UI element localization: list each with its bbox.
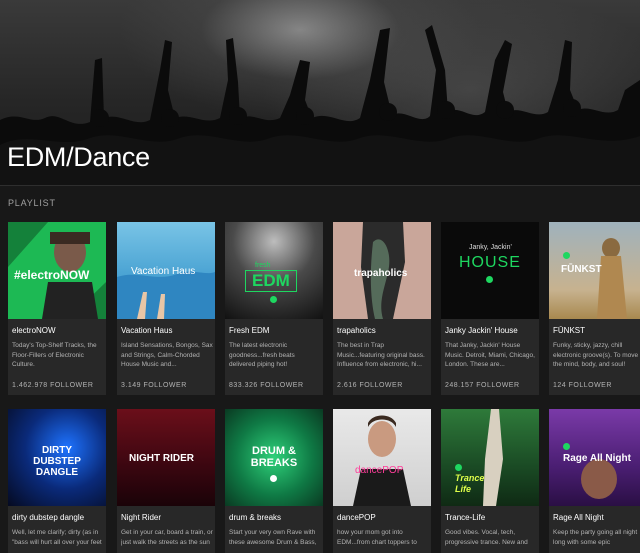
spotify-logo-icon <box>270 296 277 303</box>
follower-count: 1.462.978 FOLLOWER <box>12 382 94 389</box>
follower-count: 124 FOLLOWER <box>553 382 612 389</box>
cover-art[interactable]: Janky, Jackin' HOUSE <box>441 222 539 319</box>
cover-text: DRUM & BREAKS <box>250 445 298 469</box>
playlist-card-vacation-haus[interactable]: Vacation Haus Vacation Haus Island Sensa… <box>117 222 215 395</box>
playlist-description: Today's Top-Shelf Tracks, the Floor-Fill… <box>12 342 97 368</box>
cover-art[interactable]: DIRTY DUBSTEP DANGLE <box>8 409 106 506</box>
follower-count: 3.149 FOLLOWER <box>121 382 187 389</box>
playlist-title[interactable]: dancePOP <box>337 513 376 522</box>
playlist-card-drum-breaks[interactable]: DRUM & BREAKS drum & breaks Start your v… <box>225 409 323 553</box>
divider <box>0 185 640 186</box>
playlist-title[interactable]: Trance-Life <box>445 513 485 522</box>
spotify-logo-icon <box>270 475 277 482</box>
cover-text: Vacation Haus <box>131 266 196 277</box>
cover-art[interactable]: #electroNOW <box>8 222 106 319</box>
playlist-title[interactable]: Vacation Haus <box>121 326 172 335</box>
cover-art[interactable]: trapaholics <box>333 222 431 319</box>
cover-text: HOUSE <box>459 254 521 271</box>
playlist-card-janky-jackin-house[interactable]: Janky, Jackin' HOUSE Janky Jackin' House… <box>441 222 539 395</box>
spotify-logo-icon <box>563 443 570 450</box>
cover-text: DIRTY DUBSTEP DANGLE <box>33 445 81 478</box>
cover-art[interactable]: dancePOP <box>333 409 431 506</box>
cover-text: trapaholics <box>354 268 408 279</box>
playlist-description: That Janky, Jackin' House Music. Detroit… <box>445 342 535 368</box>
playlist-title[interactable]: Night Rider <box>121 513 161 522</box>
cover-text: NIGHT RIDER <box>129 453 194 464</box>
playlist-card-electronow[interactable]: #electroNOW electroNOW Today's Top-Shelf… <box>8 222 106 395</box>
playlist-description: Island Sensations, Bongos, Sax and Strin… <box>121 342 213 368</box>
playlist-description: Keep the party going all night long with… <box>553 529 638 546</box>
playlist-description: how your mom got into EDM...from chart t… <box>337 529 417 546</box>
page-title: EDM/Dance <box>7 142 150 172</box>
section-label-playlist: PLAYLIST <box>8 198 56 208</box>
playlist-description: Well, let me clarify; dirty (as in "bass… <box>12 529 102 546</box>
playlist-title[interactable]: Fresh EDM <box>229 326 269 335</box>
cover-small-text: Janky, Jackin' <box>469 244 512 251</box>
cover-art[interactable]: Trance Life <box>441 409 539 506</box>
playlist-title[interactable]: dirty dubstep dangle <box>12 513 84 522</box>
cover-text: FŪNKST <box>561 264 602 275</box>
cover-graphic <box>353 415 411 506</box>
playlist-title[interactable]: FŪNKST <box>553 326 585 335</box>
cover-text: #electroNOW <box>14 268 90 282</box>
playlist-description: Get in your car, board a train, or just … <box>121 529 213 546</box>
cover-text: Trance Life <box>455 473 485 494</box>
spotify-logo-icon <box>455 464 462 471</box>
cover-art[interactable]: Vacation Haus <box>117 222 215 319</box>
playlist-description: Good vibes. Vocal, tech, progressive tra… <box>445 529 528 546</box>
cover-art[interactable]: DRUM & BREAKS <box>225 409 323 506</box>
follower-count: 248.157 FOLLOWER <box>445 382 520 389</box>
playlist-title[interactable]: trapaholics <box>337 326 376 335</box>
cover-small-text: fresh <box>255 262 271 269</box>
cover-text: dancePOP <box>355 465 404 476</box>
cover-text: Rage All Night <box>563 453 631 464</box>
playlist-card-funkst[interactable]: FŪNKST FŪNKST Funky, sticky, jazzy, chil… <box>549 222 640 395</box>
playlist-card-rage-all-night[interactable]: Rage All Night Rage All Night Keep the p… <box>549 409 640 553</box>
cover-text: EDM <box>245 270 297 292</box>
playlist-card-night-rider[interactable]: NIGHT RIDER Night Rider Get in your car,… <box>117 409 215 553</box>
follower-count: 2.616 FOLLOWER <box>337 382 403 389</box>
playlist-title[interactable]: Rage All Night <box>553 513 604 522</box>
playlist-description: The latest electronic goodness...fresh b… <box>229 342 295 368</box>
playlist-card-fresh-edm[interactable]: fresh EDM Fresh EDM The latest electroni… <box>225 222 323 395</box>
spotify-logo-icon <box>563 252 570 259</box>
cover-art[interactable]: Rage All Night <box>549 409 640 506</box>
cover-art[interactable]: NIGHT RIDER <box>117 409 215 506</box>
follower-count: 833.326 FOLLOWER <box>229 382 304 389</box>
playlist-card-trapaholics[interactable]: trapaholics trapaholics The best in Trap… <box>333 222 431 395</box>
cover-art[interactable]: FŪNKST <box>549 222 640 319</box>
playlist-card-dirty-dubstep-dangle[interactable]: DIRTY DUBSTEP DANGLE dirty dubstep dangl… <box>8 409 106 553</box>
playlist-description: Start your very own Rave with these awes… <box>229 529 317 546</box>
playlist-card-dancepop[interactable]: dancePOP dancePOP how your mom got into … <box>333 409 431 553</box>
playlist-description: The best in Trap Music...featuring origi… <box>337 342 425 368</box>
playlist-title[interactable]: electroNOW <box>12 326 56 335</box>
playlist-description: Funky, sticky, jazzy, chill electronic g… <box>553 342 639 368</box>
cover-art[interactable]: fresh EDM <box>225 222 323 319</box>
spotify-logo-icon <box>486 276 493 283</box>
playlist-title[interactable]: Janky Jackin' House <box>445 326 518 335</box>
playlist-title[interactable]: drum & breaks <box>229 513 281 522</box>
playlist-card-trance-life[interactable]: Trance Life Trance-Life Good vibes. Voca… <box>441 409 539 553</box>
header-banner: EDM/Dance <box>0 0 640 185</box>
